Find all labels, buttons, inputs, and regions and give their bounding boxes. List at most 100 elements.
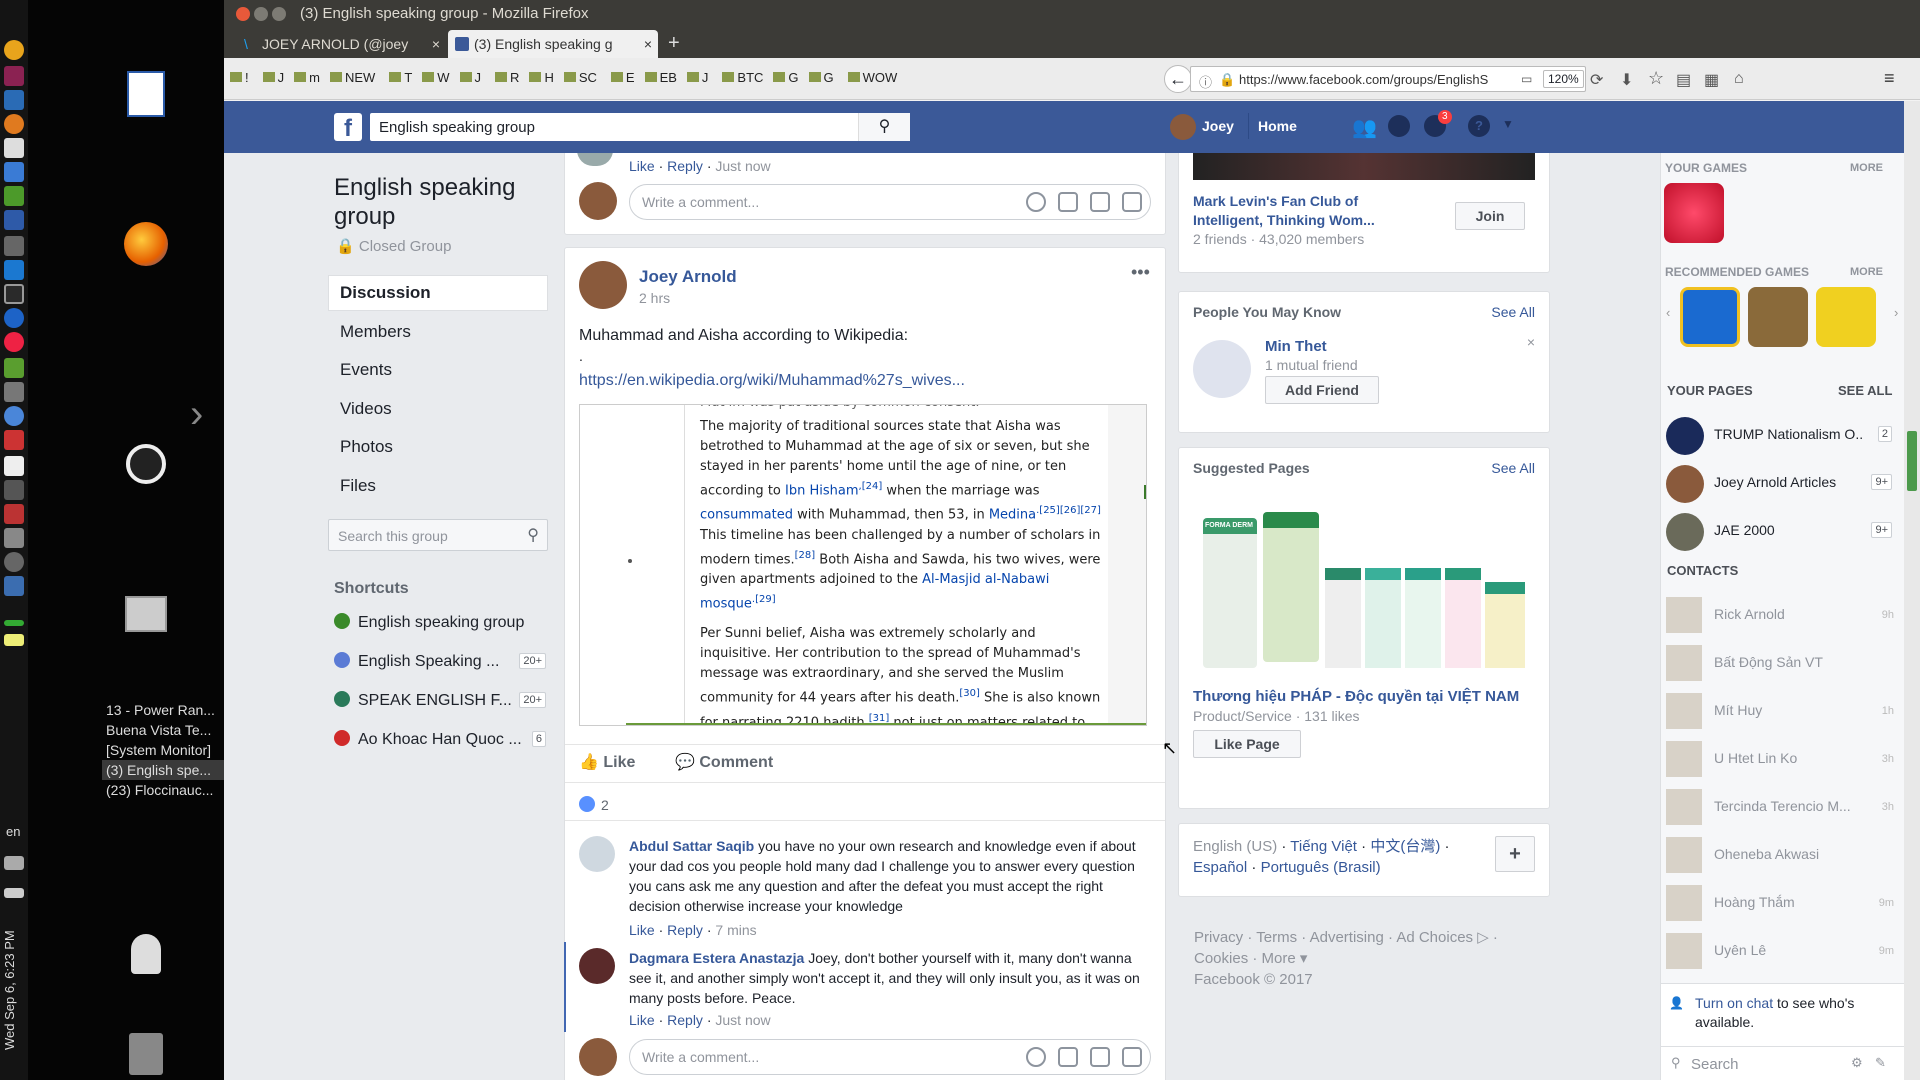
your-page-item[interactable]: TRUMP Nationalism O... 2 [1660, 415, 1904, 455]
compose-icon[interactable]: ✎ [1875, 1055, 1886, 1071]
trash-icon[interactable] [122, 1030, 170, 1078]
contact-item[interactable]: Uyên Lê 9m [1662, 931, 1894, 971]
citation[interactable]: [30] [959, 688, 980, 699]
group-nav-videos[interactable]: Videos [328, 391, 558, 427]
shortcut-item[interactable]: English speaking group [334, 613, 546, 635]
monitor-icon[interactable] [4, 284, 24, 304]
scrollbar[interactable] [1904, 101, 1920, 1080]
citation[interactable]: [31] [869, 713, 890, 724]
bookmark-item[interactable]: E [610, 70, 635, 85]
bookmark-item[interactable]: ! [230, 70, 249, 85]
app-icon[interactable] [4, 528, 24, 548]
profile-link[interactable]: Joey [1202, 118, 1234, 134]
download-icon[interactable]: ⬇ [1620, 70, 1633, 90]
reaction-count[interactable]: 2 [601, 797, 609, 813]
post-author[interactable]: Joey Arnold [639, 267, 737, 287]
help-icon[interactable]: ? [1468, 115, 1490, 137]
language-indicator[interactable]: en [6, 824, 20, 839]
avatar[interactable] [579, 836, 615, 872]
group-nav-photos[interactable]: Photos [328, 429, 558, 465]
new-tab-icon[interactable]: + [668, 32, 680, 55]
app-icon[interactable] [4, 260, 24, 280]
wifi-icon[interactable] [4, 634, 24, 646]
chevron-right-icon[interactable]: › [190, 392, 203, 437]
avatar[interactable] [579, 948, 615, 984]
contact-item[interactable]: U Htet Lin Ko 3h [1662, 739, 1894, 779]
zoom-level[interactable]: 120% [1543, 70, 1584, 88]
camera-icon[interactable] [1058, 192, 1078, 212]
home-link[interactable]: Home [1258, 118, 1297, 134]
wiki-link[interactable]: consummated [700, 508, 793, 523]
emoji-icon[interactable] [1026, 192, 1046, 212]
chevron-right-icon[interactable]: › [1894, 305, 1898, 320]
citation[interactable]: [28] [795, 550, 816, 561]
comment-input[interactable]: Write a comment... [629, 1039, 1151, 1075]
bitcoin-icon[interactable] [4, 40, 24, 60]
citation[interactable]: .[25][26][27] [1036, 505, 1101, 516]
friend-requests-icon[interactable]: 👥 [1352, 115, 1377, 140]
games-more-link[interactable]: MORE [1850, 162, 1883, 174]
group-nav-events[interactable]: Events [328, 352, 558, 388]
shortcut-item[interactable]: English Speaking ... 20+ [334, 652, 546, 674]
spreadsheet-icon[interactable] [4, 186, 24, 206]
bookmark-item[interactable]: SC [563, 70, 597, 85]
url-bar[interactable]: ⓘ 🔒 https://www.facebook.com/groups/Engl… [1190, 66, 1586, 92]
game-icon[interactable] [1816, 287, 1876, 347]
firefox-icon[interactable] [122, 220, 170, 268]
search-input[interactable]: English speaking group ⚲ [370, 113, 910, 141]
game-icon[interactable] [1748, 287, 1808, 347]
info-icon[interactable]: ⓘ [1199, 72, 1212, 91]
bookmark-item[interactable]: EB [644, 70, 677, 85]
volume-icon[interactable] [4, 856, 24, 870]
caret-down-icon[interactable]: ▼ [1502, 117, 1514, 131]
search-icon[interactable]: ⚲ [527, 525, 539, 545]
close-tab-icon[interactable]: × [432, 30, 440, 58]
bookmark-item[interactable]: W [422, 70, 450, 85]
network-icon[interactable] [4, 576, 24, 596]
shortcut-item[interactable]: SPEAK ENGLISH F... 20+ [334, 691, 546, 713]
bookmark-item[interactable]: G [773, 70, 799, 85]
add-friend-button[interactable]: Add Friend [1265, 376, 1379, 404]
citation[interactable]: .[29] [752, 594, 776, 605]
player-icon[interactable] [4, 308, 24, 328]
bookmark-item[interactable]: R [495, 70, 519, 85]
comment-button[interactable]: 💬 Comment [675, 752, 773, 772]
bookmark-item[interactable]: G [808, 70, 834, 85]
suggested-group-name[interactable]: Mark Levin's Fan Club of Intelligent, Th… [1193, 192, 1413, 230]
shortcut-item[interactable]: Ao Khoac Han Quoc ... 6 [334, 730, 546, 752]
join-button[interactable]: Join [1455, 202, 1525, 230]
emoji-icon[interactable] [1026, 1047, 1046, 1067]
group-nav-discussion[interactable]: Discussion [328, 275, 558, 311]
contact-item[interactable]: Tercinda Terencio M... 3h [1662, 787, 1894, 827]
candy-crush-icon[interactable] [1664, 183, 1724, 243]
recommended-more-link[interactable]: MORE [1850, 266, 1883, 278]
link-preview-image[interactable]: Mut im was put aside by common consent. … [579, 404, 1147, 726]
bookmark-item[interactable]: T [389, 70, 412, 85]
chat-search-input[interactable]: ⚲ Search ⚙ ✎ [1661, 1046, 1904, 1080]
user-icon[interactable] [122, 930, 170, 978]
home-icon[interactable]: ⌂ [1734, 70, 1744, 88]
like-page-button[interactable]: Like Page [1193, 730, 1301, 758]
bookmark-item[interactable]: J [262, 70, 284, 85]
comment-input[interactable]: Write a comment... [629, 184, 1151, 220]
chevron-left-icon[interactable]: ‹ [1666, 305, 1670, 320]
post-time[interactable]: 2 hrs [639, 290, 670, 306]
bookmark-item[interactable]: J [459, 70, 481, 85]
app-icon[interactable] [4, 382, 24, 402]
wiki-link[interactable]: Medina [989, 508, 1036, 523]
suggested-page-name[interactable]: Thương hiệu PHÁP - Độc quyền tại VIỆT NA… [1193, 688, 1519, 705]
reload-icon[interactable]: ⟳ [1590, 70, 1603, 90]
minimize-icon[interactable] [254, 7, 268, 21]
more-options-icon[interactable]: ••• [1131, 262, 1150, 283]
battery-icon[interactable] [4, 888, 24, 898]
your-page-item[interactable]: Joey Arnold Articles 9+ [1660, 463, 1904, 503]
camera-icon[interactable] [1058, 1047, 1078, 1067]
calendar-icon[interactable] [4, 162, 24, 182]
menu-icon[interactable]: ≡ [1884, 68, 1895, 89]
sticker-icon[interactable] [1122, 1047, 1142, 1067]
maximize-icon[interactable] [272, 7, 286, 21]
screenshot-icon[interactable]: ▦ [1704, 70, 1719, 90]
bookmark-item[interactable]: H [529, 70, 554, 85]
group-nav-files[interactable]: Files [328, 468, 558, 504]
bookmark-item[interactable]: WOW [847, 70, 897, 85]
